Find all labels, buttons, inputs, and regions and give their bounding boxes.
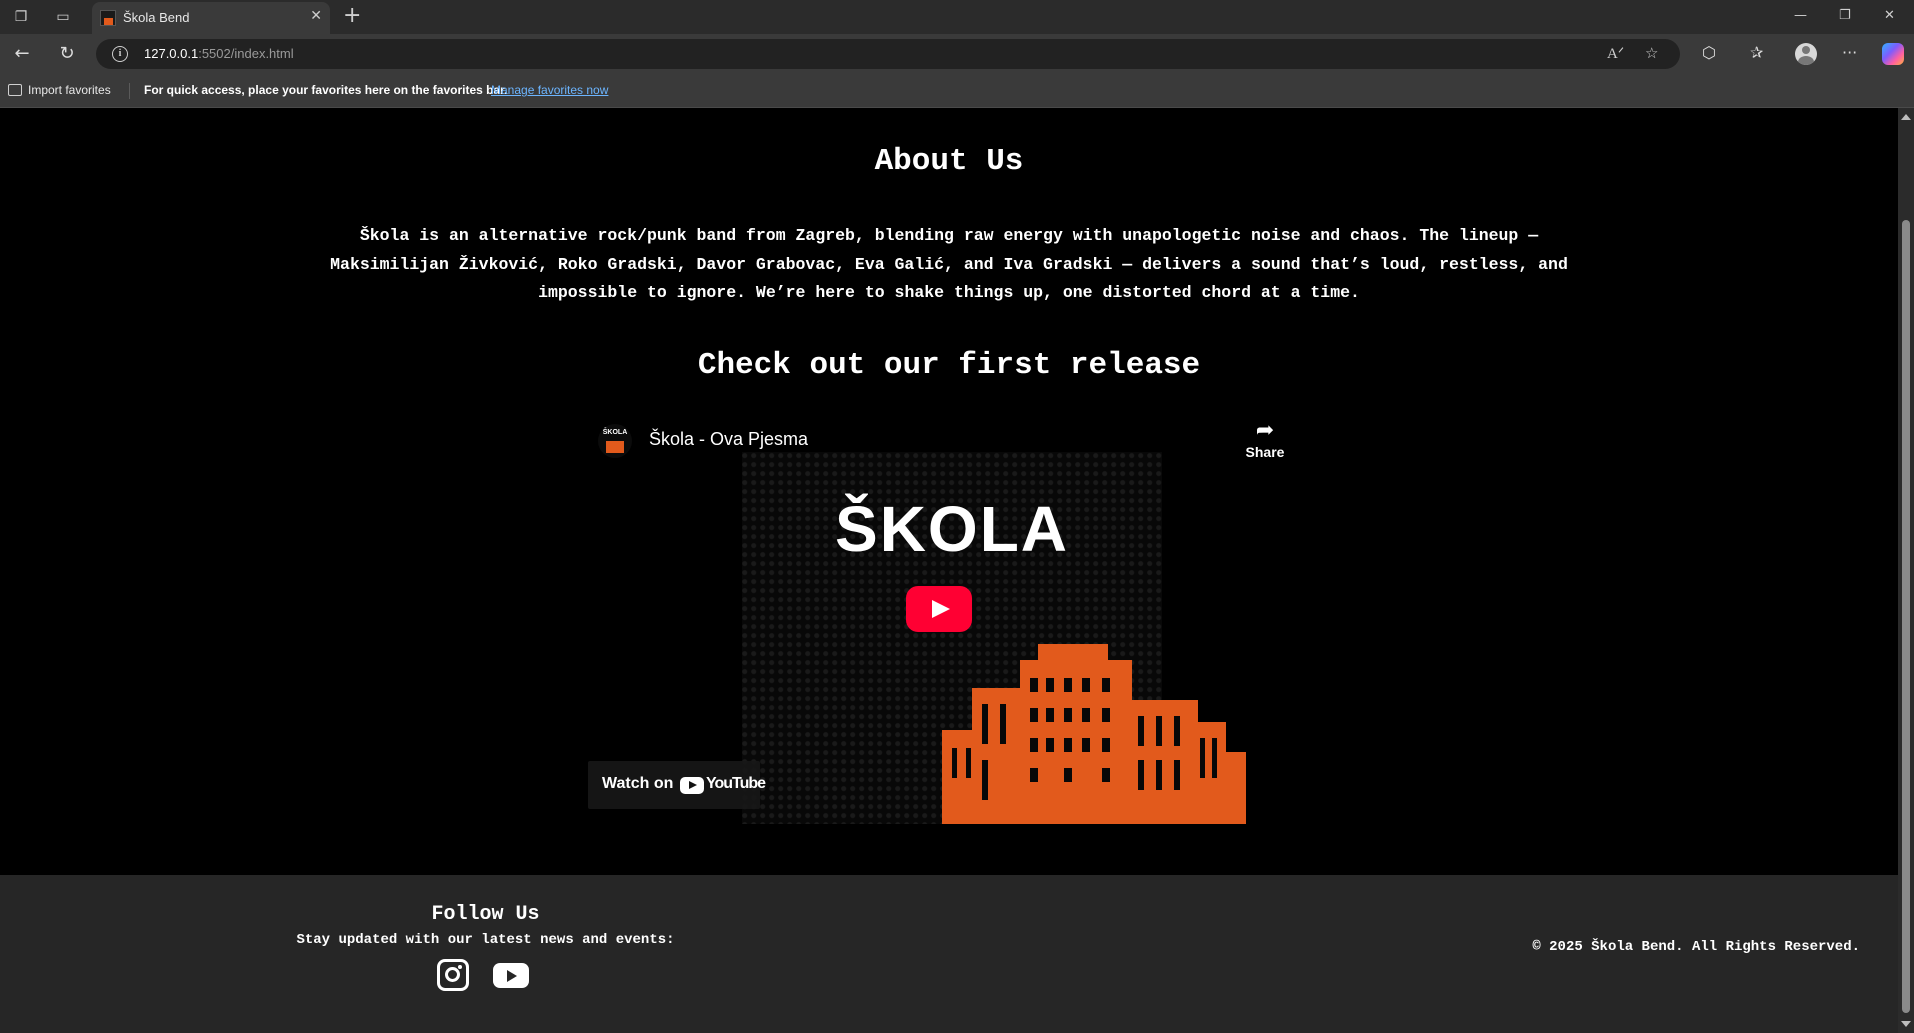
copilot-icon[interactable]: [1882, 43, 1904, 65]
play-button-icon[interactable]: [906, 586, 972, 632]
tab-actions-icon[interactable]: ▭: [54, 8, 72, 26]
video-thumbnail[interactable]: ŠKOLA: [742, 452, 1246, 824]
channel-avatar[interactable]: ŠKOLA: [598, 424, 632, 458]
minimize-icon[interactable]: —: [1794, 8, 1807, 23]
browser-title-bar: ❐ ▭ Škola Bend ✕ + — ❐ ✕: [0, 0, 1914, 34]
video-title[interactable]: Škola - Ova Pjesma: [649, 429, 808, 450]
youtube-wordmark: YouTube: [706, 775, 766, 792]
tab-close-icon[interactable]: ✕: [310, 8, 322, 24]
site-info-icon[interactable]: i: [112, 46, 128, 62]
copyright-text: © 2025 Škola Bend. All Rights Reserved.: [1532, 939, 1860, 955]
about-title: About Us: [874, 144, 1024, 179]
site-footer: Follow Us Stay updated with our latest n…: [0, 875, 1898, 1033]
favorites-divider: [129, 83, 130, 99]
reload-icon[interactable]: ↻: [56, 43, 78, 65]
share-button[interactable]: ➦ Share: [1237, 418, 1293, 460]
favorites-bar: Import favorites For quick access, place…: [0, 74, 1914, 108]
youtube-icon[interactable]: [493, 963, 529, 988]
import-favorites-label: Import favorites: [28, 83, 111, 97]
extensions-icon[interactable]: ⬡: [1702, 43, 1716, 62]
page-scrollbar[interactable]: [1898, 108, 1914, 1033]
channel-badge-text: ŠKOLA: [602, 429, 628, 436]
scroll-down-icon[interactable]: [1901, 1021, 1911, 1027]
watch-on-youtube-button[interactable]: Watch on YouTube: [588, 761, 766, 809]
scroll-up-icon[interactable]: [1901, 114, 1911, 120]
import-favorites-button[interactable]: Import favorites: [8, 83, 111, 97]
workspaces-icon[interactable]: ❐: [12, 8, 30, 26]
browser-nav-bar: ← ↻ i 127.0.0.1:5502/index.html Aᐟ ☆ ⬡ ✰…: [0, 34, 1914, 74]
favorites-message: For quick access, place your favorites h…: [144, 83, 508, 97]
favorites-icon[interactable]: ✰: [1750, 43, 1763, 62]
building-artwork: [942, 644, 1246, 824]
url-host: 127.0.0.1: [144, 46, 199, 61]
page-viewport: About Us Škola is an alternative rock/pu…: [0, 108, 1898, 1033]
youtube-embed[interactable]: ŠKOLA ŠKOLA Škola - Ova Pjesma ➦ Share W…: [583, 412, 1314, 824]
tab-favicon-icon: [100, 10, 116, 26]
channel-badge-art: [606, 441, 624, 453]
share-label: Share: [1245, 444, 1285, 460]
browser-tab[interactable]: Škola Bend ✕: [92, 2, 330, 34]
restore-icon[interactable]: ❐: [1839, 8, 1851, 23]
url-text[interactable]: 127.0.0.1:5502/index.html: [144, 46, 294, 61]
release-title: Check out our first release: [697, 348, 1201, 383]
scrollbar-thumb[interactable]: [1902, 220, 1910, 1013]
instagram-icon[interactable]: [437, 959, 469, 991]
address-bar[interactable]: i 127.0.0.1:5502/index.html Aᐟ ☆: [96, 39, 1680, 69]
more-menu-icon[interactable]: ···: [1842, 43, 1857, 62]
window-close-icon[interactable]: ✕: [1884, 8, 1895, 23]
watch-on-label: Watch on: [602, 775, 674, 792]
url-path: :5502/index.html: [198, 46, 294, 61]
follow-subtitle: Stay updated with our latest news and ev…: [296, 932, 675, 948]
follow-title: Follow Us: [431, 903, 540, 926]
back-icon[interactable]: ←: [11, 43, 33, 65]
favorite-star-icon[interactable]: ☆: [1645, 44, 1658, 62]
cover-title: ŠKOLA: [835, 493, 1069, 565]
about-text: Škola is an alternative rock/punk band f…: [330, 226, 1568, 302]
youtube-logo-icon: [680, 777, 704, 794]
tab-title: Škola Bend: [123, 10, 190, 25]
profile-avatar-icon[interactable]: [1795, 43, 1817, 65]
manage-favorites-link[interactable]: Manage favorites now: [491, 83, 608, 97]
read-aloud-icon[interactable]: Aᐟ: [1607, 44, 1624, 63]
share-icon: ➦: [1255, 418, 1275, 443]
import-icon: [8, 84, 22, 96]
new-tab-icon[interactable]: +: [343, 3, 361, 28]
